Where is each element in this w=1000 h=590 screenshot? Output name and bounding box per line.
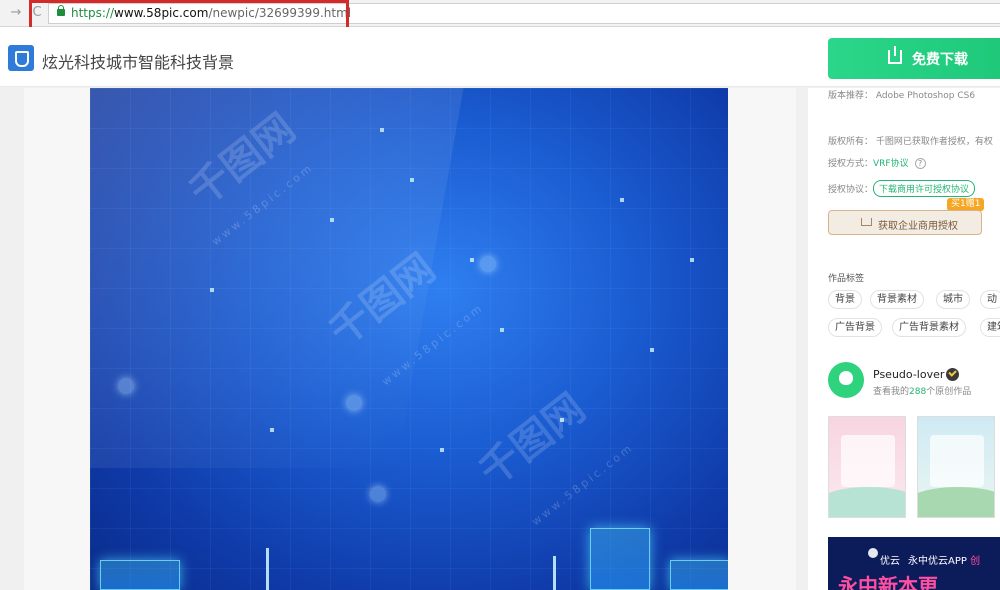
poster-particle — [380, 128, 384, 132]
software-info: 版本推荐： Adobe Photoshop CS6 — [828, 91, 976, 101]
tag-item[interactable]: 城市 — [936, 290, 970, 309]
forward-arrow-icon[interactable]: → — [8, 5, 24, 21]
banner-app-name: 永中优云APP 创 — [908, 556, 981, 567]
author-avatar[interactable] — [828, 362, 864, 398]
license-method-label: 授权方式： — [828, 159, 874, 169]
poster-preview-image: 千图网 千图网 千图网 www.58pic.com www.58pic.com … — [90, 88, 728, 590]
poster-particle — [270, 428, 274, 432]
tag-item[interactable]: 背景素材 — [870, 290, 924, 309]
tag-item[interactable]: 建筑 — [980, 318, 1000, 337]
poster-glow-orb — [480, 256, 496, 272]
poster-glow-orb — [370, 486, 386, 502]
download-icon — [888, 46, 902, 64]
license-agreement-label: 授权协议： — [828, 185, 874, 195]
cloud-logo-icon — [868, 548, 878, 558]
enterprise-license-button[interactable]: 获取企业商用授权 — [828, 210, 982, 235]
download-button-label: 免费下载 — [912, 52, 968, 68]
author-work-thumbnail[interactable] — [917, 416, 995, 518]
license-agreement-row: 授权协议： 下载商用许可授权协议 — [828, 180, 976, 197]
tag-item[interactable]: 动 — [980, 290, 1000, 309]
poster-building — [590, 528, 650, 590]
tags-section-title: 作品标签 — [828, 274, 865, 284]
free-download-button[interactable]: 免费下载 — [828, 38, 1000, 79]
poster-particle — [690, 258, 694, 262]
poster-particle — [650, 348, 654, 352]
poster-particle — [470, 258, 474, 262]
poster-glow-orb — [346, 395, 362, 411]
tag-item[interactable]: 广告背景 — [828, 318, 882, 337]
poster-particle — [330, 218, 334, 222]
poster-building — [670, 560, 728, 590]
author-work-thumbnail[interactable] — [828, 416, 906, 518]
poster-spire — [553, 556, 556, 590]
poster-particle — [440, 448, 444, 452]
poster-particle — [620, 198, 624, 202]
enterprise-license-label: 获取企业商用授权 — [878, 221, 958, 232]
crown-icon — [861, 218, 872, 226]
poster-particle — [210, 288, 214, 292]
poster-building — [100, 560, 180, 590]
site-header: 炫光科技城市智能科技背景 免费下载 — [0, 27, 1000, 87]
verified-badge-icon — [946, 368, 959, 381]
help-icon[interactable]: ? — [914, 158, 926, 169]
banner-brand: 优云 — [880, 556, 900, 567]
ad-banner[interactable]: 优云 永中优云APP 创 永中新本更 — [828, 537, 1000, 590]
tag-item[interactable]: 背景 — [828, 290, 862, 309]
license-method-row: 授权方式：VRF协议? — [828, 156, 926, 169]
shield-logo-icon[interactable] — [8, 45, 34, 71]
poster-particle — [410, 178, 414, 182]
copyright-info: 版权所有： 千图网已获取作者授权，有权 — [828, 137, 993, 147]
commercial-license-link[interactable]: 下载商用许可授权协议 — [873, 180, 976, 197]
banner-headline: 永中新本更 — [838, 574, 938, 590]
author-name[interactable]: Pseudo-lover — [873, 368, 944, 381]
poster-particle — [500, 328, 504, 332]
tag-item[interactable]: 广告背景素材 — [892, 318, 966, 337]
poster-glow-orb — [118, 378, 134, 394]
vrf-license-link[interactable]: VRF协议 — [873, 159, 909, 169]
poster-spire — [266, 548, 269, 590]
author-works-summary[interactable]: 查看我的288个原创作品 — [873, 384, 971, 397]
page-title: 炫光科技城市智能科技背景 — [42, 53, 235, 72]
